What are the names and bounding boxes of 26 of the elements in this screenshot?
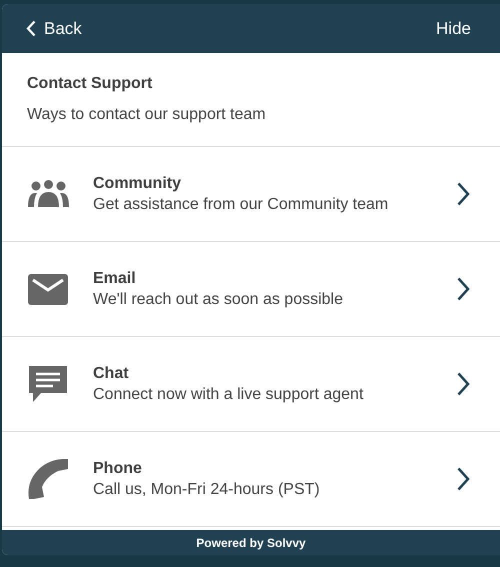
option-description: Call us, Mon-Fri 24-hours (PST): [93, 480, 321, 498]
contact-option[interactable]: Community Get assistance from our Community team: [2, 147, 500, 242]
chevron-right-icon: [457, 372, 470, 396]
envelope-icon: [28, 274, 68, 304]
chevron-right-icon: [457, 182, 470, 206]
option-title: Email: [93, 270, 137, 288]
hide-button[interactable]: Hide: [436, 18, 471, 38]
section-title: Contact Support: [27, 75, 154, 93]
section-subtitle: Ways to contact our support team: [27, 106, 267, 124]
contact-option[interactable]: Phone Call us, Mon-Fri 24-hours (PST): [2, 432, 500, 527]
chat-icon: [29, 366, 67, 402]
chevron-right-icon: [457, 467, 470, 491]
chevron-right-icon: [457, 277, 470, 301]
people-icon: [28, 180, 68, 208]
option-description: Connect now with a live support agent: [93, 386, 364, 404]
option-title: Chat: [93, 364, 130, 382]
footer-text: Powered by Solvvy: [196, 536, 306, 550]
contact-option[interactable]: Email We'll reach out as soon as possible: [2, 242, 500, 337]
phone-icon: [28, 459, 68, 499]
option-title: Phone: [93, 460, 143, 478]
option-description: We'll reach out as soon as possible: [93, 290, 344, 308]
option-title: Community: [93, 174, 182, 192]
option-description: Get assistance from our Community team: [93, 196, 390, 214]
chevron-left-icon: [26, 20, 36, 37]
contact-option[interactable]: Chat Connect now with a live support agent: [2, 337, 500, 432]
back-button[interactable]: Back: [26, 18, 82, 38]
